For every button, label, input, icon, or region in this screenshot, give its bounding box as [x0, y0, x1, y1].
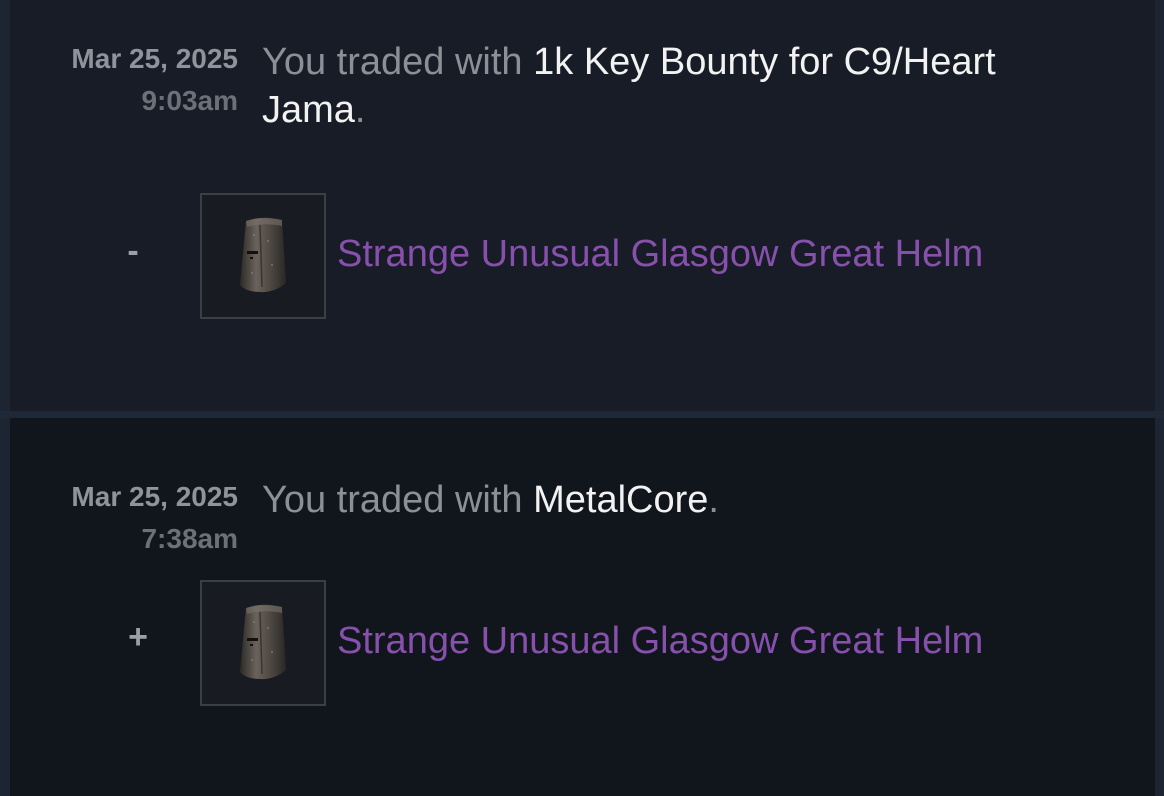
trade-time: 7:38am	[141, 523, 238, 554]
trade-prefix: You traded with	[262, 479, 534, 521]
trade-row: Mar 25, 2025 9:03am You traded with 1k K…	[10, 0, 1155, 411]
right-gutter	[1155, 0, 1164, 796]
trade-suffix: .	[708, 479, 719, 521]
trade-date: Mar 25, 2025	[71, 481, 238, 512]
trade-timestamp: Mar 25, 2025 9:03am	[71, 38, 238, 122]
trade-time: 9:03am	[141, 85, 238, 116]
trade-suffix: .	[354, 89, 366, 131]
item-name-link[interactable]: Strange Unusual Glasgow Great Helm	[337, 230, 983, 278]
trade-description: You traded with 1k Key Bounty for C9/Hea…	[262, 38, 1092, 134]
trade-prefix: You traded with	[262, 41, 534, 83]
trade-row: Mar 25, 2025 7:38am You traded with Meta…	[10, 418, 1155, 796]
great-helm-icon	[240, 604, 286, 680]
item-removed-sign: -	[127, 232, 139, 270]
item-thumbnail[interactable]	[200, 193, 326, 319]
row-divider	[0, 411, 1164, 418]
trade-partner-name[interactable]: MetalCore	[533, 479, 708, 521]
great-helm-icon	[240, 217, 286, 293]
item-thumbnail[interactable]	[200, 580, 326, 706]
item-added-sign: +	[128, 618, 148, 656]
trade-timestamp: Mar 25, 2025 7:38am	[71, 476, 238, 560]
trade-history-list: Mar 25, 2025 9:03am You traded with 1k K…	[0, 0, 1164, 796]
item-name-link[interactable]: Strange Unusual Glasgow Great Helm	[337, 617, 983, 665]
trade-description: You traded with MetalCore.	[262, 476, 1092, 524]
trade-date: Mar 25, 2025	[71, 43, 238, 74]
left-gutter	[0, 0, 10, 796]
